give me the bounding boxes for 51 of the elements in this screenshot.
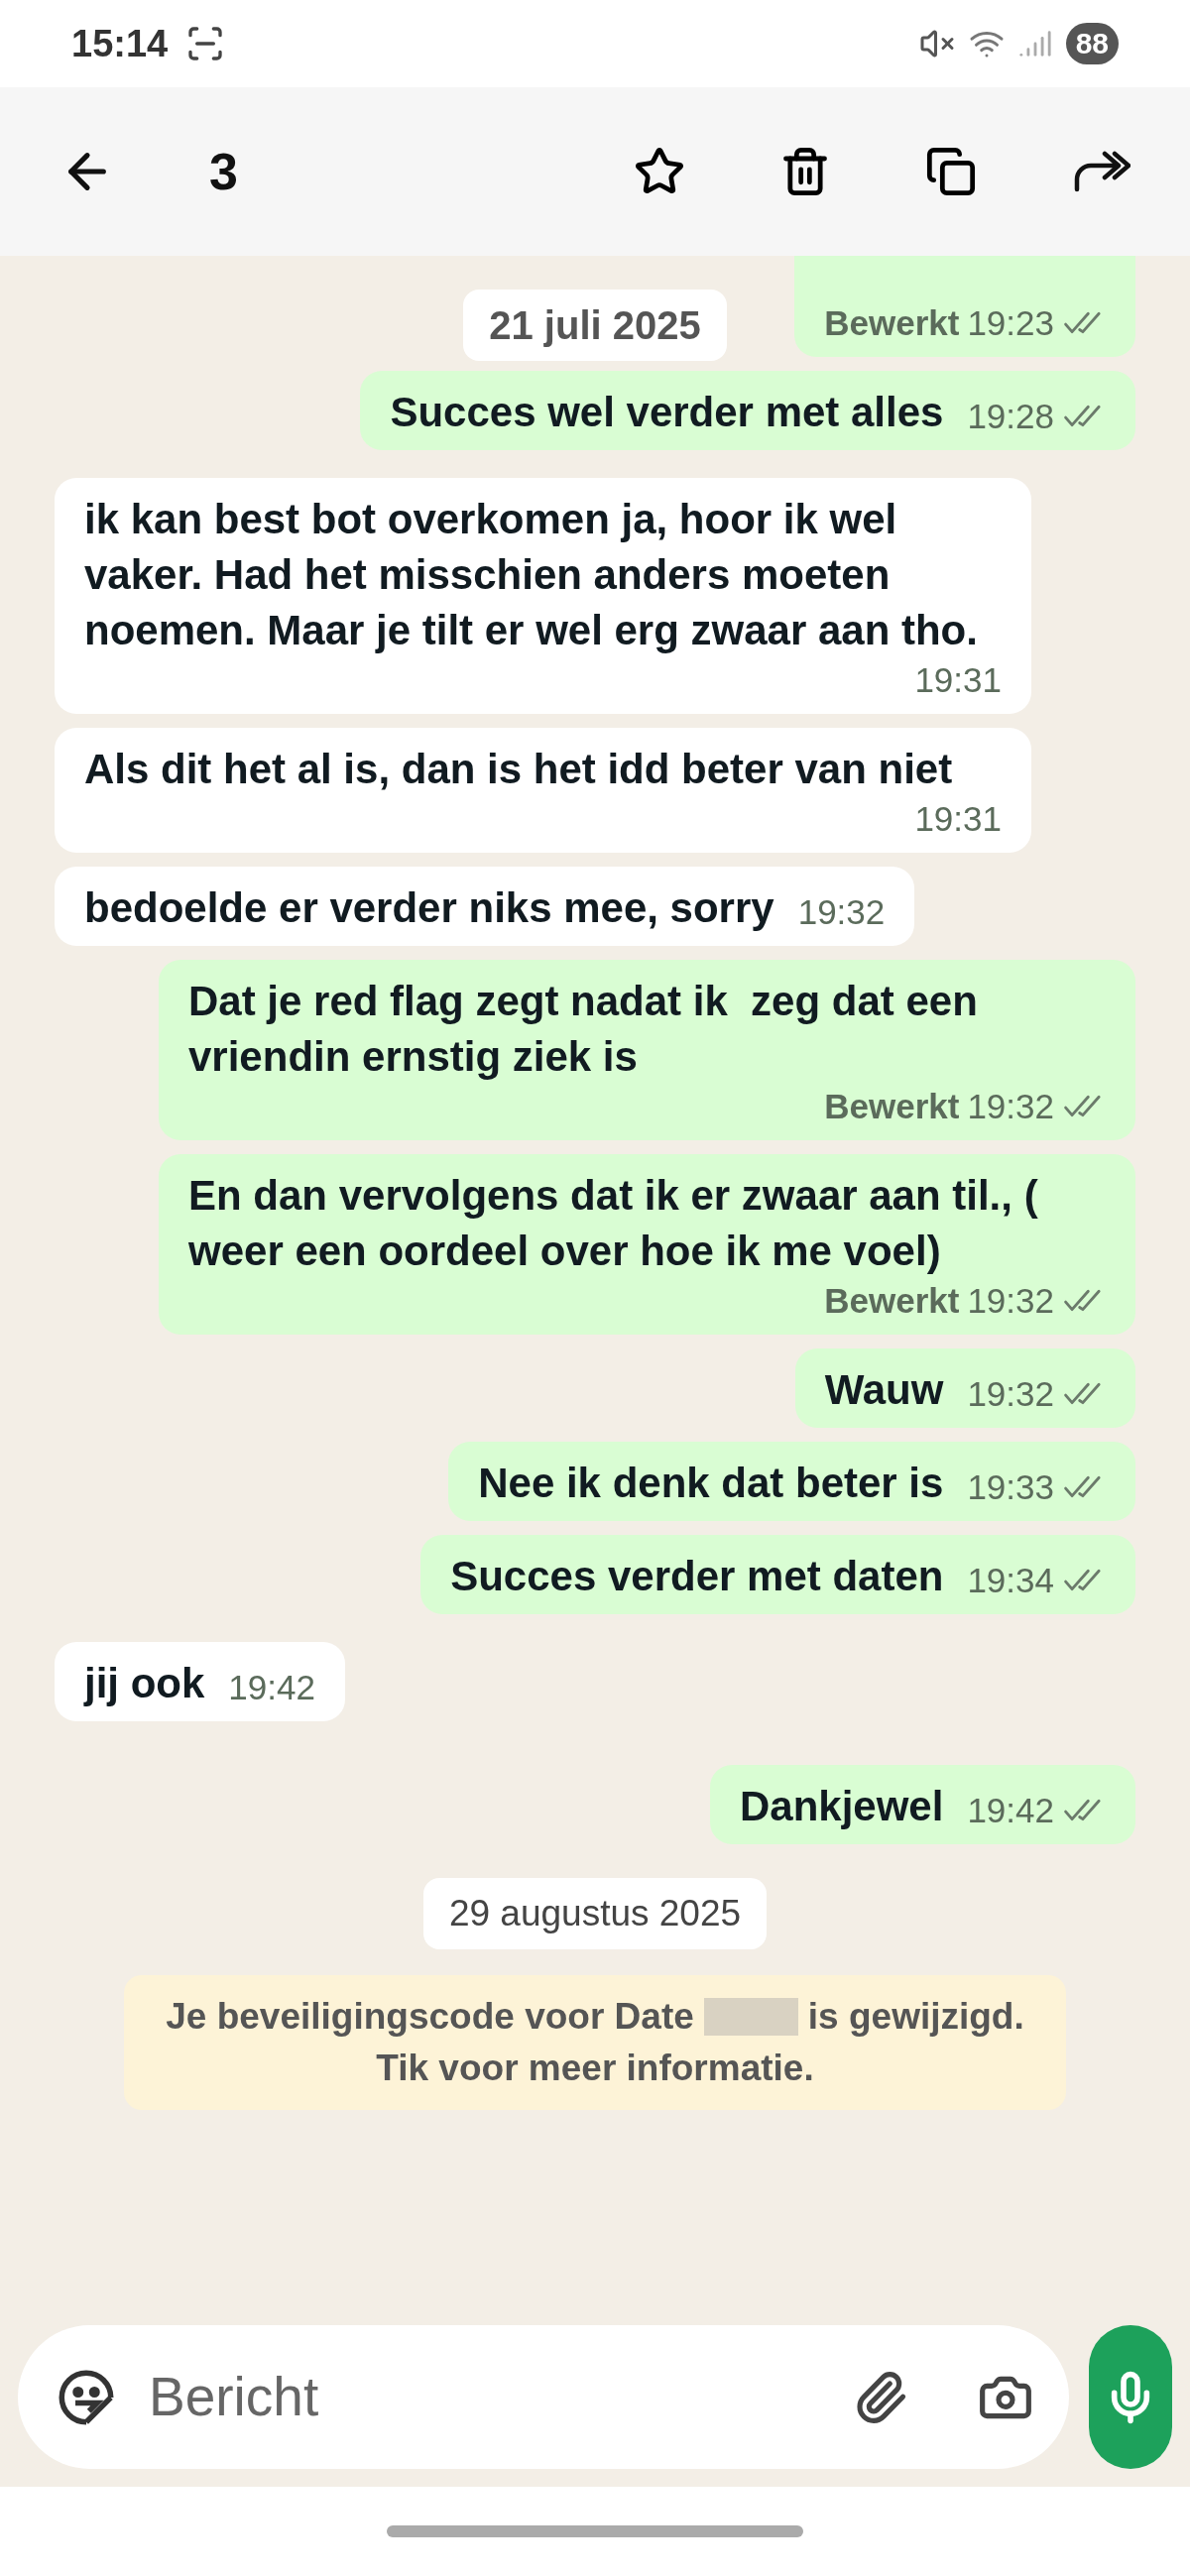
message-bubble[interactable]: Dat je red flag zegt nadat ik zeg dat een vriendin ernstig ziek is Bewerkt 19:32 [159, 960, 1135, 1140]
message-bubble[interactable]: Nee ik denk dat beter is 19:33 [448, 1442, 1135, 1521]
message-text: Succes wel verder met alles [390, 388, 944, 437]
message-bubble[interactable]: Wauw 19:32 [794, 1348, 1135, 1428]
message-time: 19:32 [797, 891, 886, 933]
message-text: Dat je red flag zegt nadat ik zeg dat een vriendin ernstig ziek is [188, 977, 979, 1082]
message-time: 19:28 [967, 396, 1054, 437]
message-field[interactable]: Bericht [149, 2356, 853, 2438]
message-text: Dankjewel [739, 1782, 944, 1831]
message-time: 19:31 [914, 798, 1002, 840]
message-time: 19:33 [967, 1466, 1054, 1508]
message-time: 19:32 [967, 1086, 1054, 1127]
message-text: Wauw [824, 1365, 944, 1415]
notice-text: is gewijzigd. [807, 1994, 1024, 2039]
status-time: 15:14 [71, 21, 169, 66]
message-time: 19:42 [228, 1667, 315, 1708]
message-bubble[interactable]: Succes verder met daten 19:34 [420, 1535, 1135, 1614]
message-time: 19:31 [914, 659, 1002, 701]
message-time: 19:32 [967, 1280, 1054, 1322]
message-time: 19:32 [967, 1373, 1054, 1415]
copy-button[interactable] [925, 146, 977, 197]
message-text: En dan vervolgens dat ik er zwaar aan til., ( weer een oordeel over hoe ik me voel) [188, 1171, 1039, 1276]
composer-field[interactable]: Bericht [18, 2325, 1069, 2469]
message-time: 19:23 [967, 302, 1054, 344]
selected-count: 3 [209, 142, 238, 202]
message-bubble[interactable]: Succes wel verder met alles 19:28 [360, 371, 1135, 450]
message-bubble[interactable]: Bewerkt 19:23 [794, 256, 1135, 357]
date-chip: 29 augustus 2025 [422, 1878, 768, 1949]
date-chip: 21 juli 2025 [463, 290, 727, 361]
message-bubble[interactable]: Dankjewel 19:42 [709, 1765, 1135, 1844]
edited-label: Bewerkt [824, 302, 960, 344]
message-bubble[interactable]: bedoelde er verder niks mee, sorry 19:32 [55, 867, 915, 946]
message-text: bedoelde er verder niks mee, sorry [84, 883, 774, 933]
message-bubble[interactable]: jij ook 19:42 [55, 1642, 345, 1721]
message-text: Nee ik denk dat beter is [478, 1459, 944, 1508]
message-text: Succes verder met daten [450, 1552, 944, 1601]
copy-icon [925, 146, 977, 197]
message-text: Als dit het al is, dan is het idd beter van niet [84, 745, 954, 794]
notice-text: Je beveiligingscode voor Date [166, 1994, 694, 2039]
security-notice[interactable]: Je beveiligingscode voor Date is gewijzigd. Tik voor meer informatie. [124, 1974, 1066, 2110]
message-bubble[interactable]: Als dit het al is, dan is het idd beter van niet 19:31 [55, 728, 1031, 853]
message-time: 19:34 [967, 1560, 1054, 1601]
edited-label: Bewerkt [824, 1280, 960, 1322]
message-bubble[interactable]: ik kan best bot overkomen ja, hoor ik wel vaker. Had het misschien anders moeten noemen. Maar je tilt er wel erg zwaar aan tho. 19:31 [55, 478, 1031, 714]
notice-text: Tik voor meer informatie. [376, 2046, 814, 2090]
edited-label: Bewerkt [824, 1086, 960, 1127]
message-bubble[interactable]: En dan vervolgens dat ik er zwaar aan til., ( weer een oordeel over hoe ik me voel) Bewerkt 19:32 [159, 1154, 1135, 1335]
message-text: jij ook [84, 1659, 205, 1708]
message-text: ik kan best bot overkomen ja, hoor ik wel vaker. Had het misschien anders moeten noemen. Maar je tilt er wel erg zwaar aan tho. [84, 495, 979, 655]
battery-indicator: 88 [1065, 23, 1119, 64]
message-time: 19:42 [967, 1790, 1054, 1831]
